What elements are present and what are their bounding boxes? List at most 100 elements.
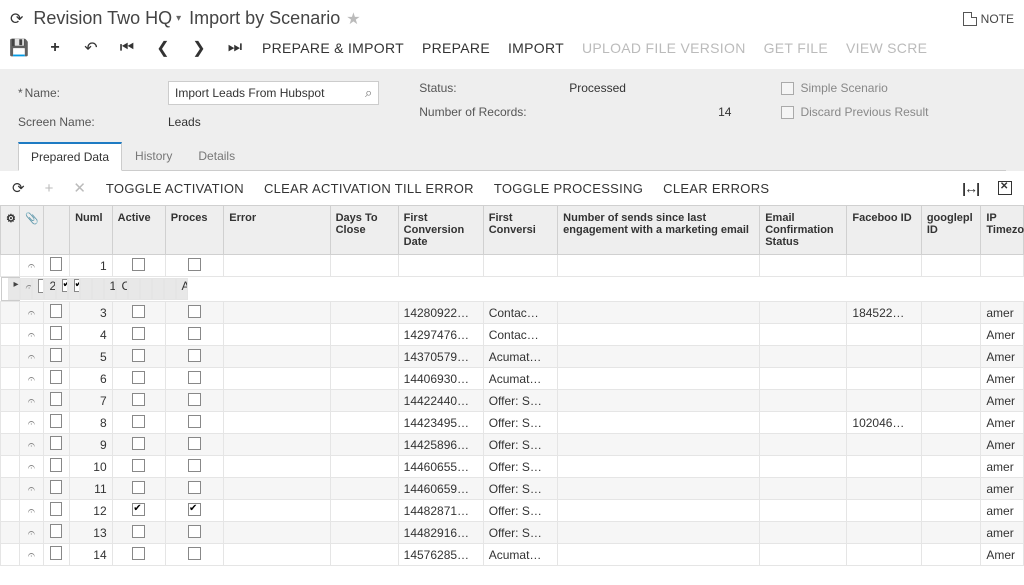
active-checkbox[interactable] [112, 522, 165, 544]
refresh-icon[interactable]: ⟳ [10, 9, 23, 29]
active-checkbox[interactable] [112, 390, 165, 412]
table-row[interactable]: 𝄐614406930…Acumat…Amer [1, 368, 1024, 390]
table-row[interactable]: 𝄐1114460659…Offer: S…amer [1, 478, 1024, 500]
attach-icon[interactable]: 𝄐 [20, 302, 43, 324]
tab-prepared-data[interactable]: Prepared Data [18, 142, 122, 171]
table-row[interactable]: 𝄐414297476…Contac…Amer [1, 324, 1024, 346]
doc-icon[interactable] [32, 278, 44, 300]
table-row[interactable]: 𝄐714422440…Offer: S…Amer [1, 390, 1024, 412]
col-num[interactable]: Numl [70, 206, 113, 255]
col-fc[interactable]: First Conversi [483, 206, 557, 255]
prepare-import-button[interactable]: PREPARE & IMPORT [262, 40, 404, 56]
attach-icon[interactable]: 𝄐 [20, 456, 43, 478]
col-settings[interactable]: ⚙ [1, 206, 20, 255]
prepare-button[interactable]: PREPARE [422, 40, 490, 56]
proc-checkbox[interactable] [165, 368, 223, 390]
attach-icon[interactable]: 𝄐 [20, 368, 43, 390]
active-checkbox[interactable] [112, 324, 165, 346]
toggle-processing-button[interactable]: TOGGLE PROCESSING [494, 181, 643, 196]
col-email[interactable]: Email Confirmation Status [760, 206, 847, 255]
name-selector[interactable]: Import Leads From Hubspot⌕ [168, 81, 379, 105]
notes-button[interactable]: NOTE [963, 12, 1014, 26]
attach-icon[interactable]: 𝄐 [20, 412, 43, 434]
upload-button[interactable]: UPLOAD FILE VERSION [582, 40, 746, 56]
active-checkbox[interactable] [112, 434, 165, 456]
doc-icon[interactable] [43, 390, 70, 412]
grid-delete-icon[interactable]: ✕ [73, 179, 86, 197]
doc-icon[interactable] [43, 346, 70, 368]
undo-icon[interactable]: ↶ [82, 39, 100, 57]
attach-icon[interactable]: 𝄐 [20, 324, 43, 346]
doc-icon[interactable] [43, 255, 70, 277]
proc-checkbox[interactable] [68, 278, 80, 300]
proc-checkbox[interactable] [165, 456, 223, 478]
col-fb[interactable]: Faceboo ID [847, 206, 921, 255]
table-row[interactable]: 𝄐1214482871…Offer: S…amer [1, 500, 1024, 522]
active-checkbox[interactable] [112, 500, 165, 522]
proc-checkbox[interactable] [165, 346, 223, 368]
attach-icon[interactable]: 𝄐 [20, 478, 43, 500]
col-attach[interactable]: 📎 [20, 206, 43, 255]
table-row[interactable]: 𝄐1314482916…Offer: S…amer [1, 522, 1024, 544]
active-checkbox[interactable] [112, 478, 165, 500]
proc-checkbox[interactable] [165, 478, 223, 500]
breadcrumb-app[interactable]: Revision Two HQ [33, 8, 172, 29]
tab-history[interactable]: History [122, 142, 185, 171]
add-icon[interactable]: + [46, 39, 64, 57]
attach-icon[interactable]: 𝄐 [20, 390, 43, 412]
col-sends[interactable]: Number of sends since last engagement wi… [558, 206, 760, 255]
active-checkbox[interactable] [112, 302, 165, 324]
table-row[interactable]: ▸𝄐214280820…Contac…Amer [1, 277, 20, 301]
grid-refresh-icon[interactable]: ⟳ [12, 179, 25, 197]
doc-icon[interactable] [43, 368, 70, 390]
fit-columns-icon[interactable]: |↔| [962, 180, 978, 196]
star-icon[interactable]: ★ [346, 9, 360, 29]
viewscreen-button[interactable]: VIEW SCRE [846, 40, 927, 56]
doc-icon[interactable] [43, 456, 70, 478]
doc-icon[interactable] [43, 324, 70, 346]
table-row[interactable]: 𝄐914425896…Offer: S…Amer [1, 434, 1024, 456]
doc-icon[interactable] [43, 302, 70, 324]
doc-icon[interactable] [43, 500, 70, 522]
active-checkbox[interactable] [56, 278, 68, 300]
col-days[interactable]: Days To Close [330, 206, 398, 255]
proc-checkbox[interactable] [165, 255, 223, 277]
doc-icon[interactable] [43, 412, 70, 434]
discard-checkbox[interactable] [781, 106, 794, 119]
save-icon[interactable]: 💾 [10, 39, 28, 57]
clear-activation-button[interactable]: CLEAR ACTIVATION TILL ERROR [264, 181, 474, 196]
export-icon[interactable] [998, 181, 1012, 195]
attach-icon[interactable]: 𝄐 [20, 278, 32, 300]
active-checkbox[interactable] [112, 255, 165, 277]
proc-checkbox[interactable] [165, 500, 223, 522]
attach-icon[interactable]: 𝄐 [20, 255, 43, 277]
grid-add-icon[interactable]: + [45, 180, 54, 197]
attach-icon[interactable]: 𝄐 [20, 544, 43, 566]
attach-icon[interactable]: 𝄐 [20, 522, 43, 544]
table-row[interactable]: 𝄐1 [1, 255, 1024, 277]
toggle-activation-button[interactable]: TOGGLE ACTIVATION [106, 181, 244, 196]
proc-checkbox[interactable] [165, 302, 223, 324]
col-tz[interactable]: IP Timezo [981, 206, 1024, 255]
active-checkbox[interactable] [112, 368, 165, 390]
doc-icon[interactable] [43, 478, 70, 500]
proc-checkbox[interactable] [165, 434, 223, 456]
col-gp[interactable]: googlepl ID [921, 206, 981, 255]
proc-checkbox[interactable] [165, 544, 223, 566]
table-row[interactable]: 𝄐1414576285…Acumat…Amer [1, 544, 1024, 566]
doc-icon[interactable] [43, 522, 70, 544]
chevron-down-icon[interactable]: ▾ [176, 13, 181, 24]
col-doc[interactable] [43, 206, 70, 255]
prev-icon[interactable]: ❮ [154, 39, 172, 57]
import-button[interactable]: IMPORT [508, 40, 564, 56]
table-row[interactable]: 𝄐814423495…Offer: S…102046…Amer [1, 412, 1024, 434]
proc-checkbox[interactable] [165, 522, 223, 544]
table-row[interactable]: 𝄐514370579…Acumat…Amer [1, 346, 1024, 368]
attach-icon[interactable]: 𝄐 [20, 346, 43, 368]
tab-details[interactable]: Details [185, 142, 248, 171]
col-proc[interactable]: Proces [165, 206, 223, 255]
next-icon[interactable]: ❯ [190, 39, 208, 57]
clear-errors-button[interactable]: CLEAR ERRORS [663, 181, 769, 196]
active-checkbox[interactable] [112, 412, 165, 434]
active-checkbox[interactable] [112, 346, 165, 368]
